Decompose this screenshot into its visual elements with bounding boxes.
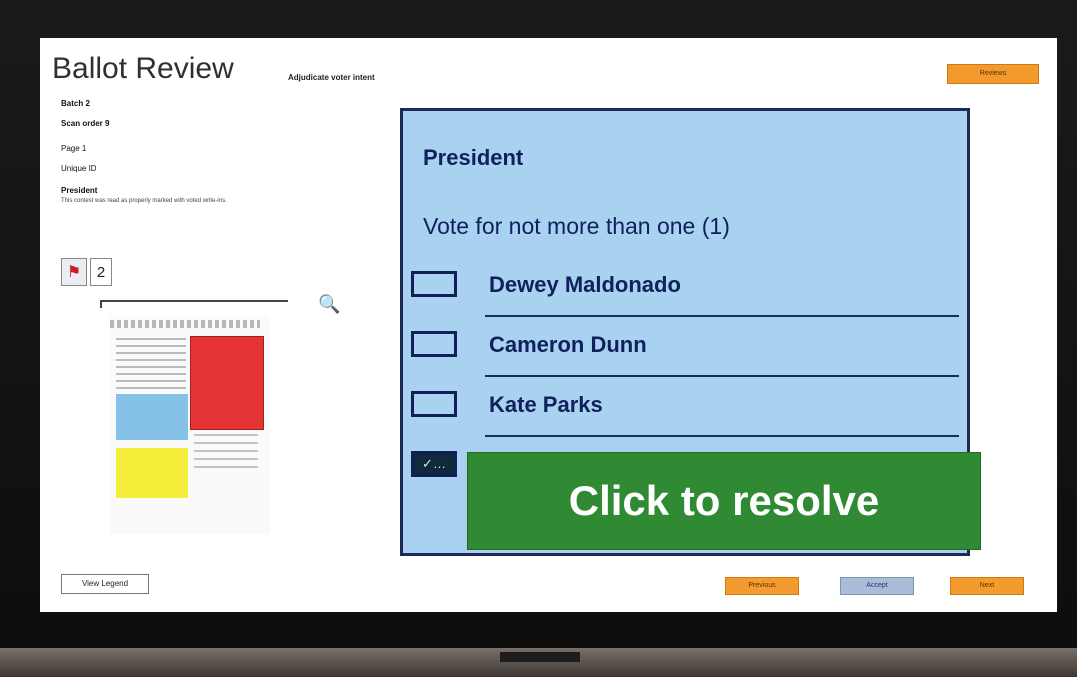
reviews-button[interactable]: Reviews xyxy=(947,64,1039,84)
batch-label: Batch 2 xyxy=(61,99,90,108)
contest-name-label: President xyxy=(61,186,98,195)
scan-order-label: Scan order 9 xyxy=(61,119,110,128)
magnify-icon[interactable]: 🔍 xyxy=(318,294,340,315)
contest-instruction: Vote for not more than one (1) xyxy=(423,213,730,239)
previous-button[interactable]: Previous xyxy=(725,577,799,595)
page-subtitle: Adjudicate voter intent xyxy=(288,73,375,82)
counter-value: 2 xyxy=(90,258,112,286)
view-legend-button[interactable]: View Legend xyxy=(61,574,149,594)
candidate-checkbox[interactable] xyxy=(411,331,457,357)
marked-checkbox[interactable]: ✓… xyxy=(411,451,457,477)
thumbnail-highlight-yellow xyxy=(116,448,188,498)
thumbnail-highlight-red xyxy=(190,336,264,430)
candidate-name: Kate Parks xyxy=(489,392,603,417)
ballot-thumbnail[interactable] xyxy=(110,316,270,534)
contest-note: This contest was read as properly marked… xyxy=(61,198,227,204)
candidate-checkbox[interactable] xyxy=(411,391,457,417)
ballot-review-screen: Ballot Review Adjudicate voter intent Re… xyxy=(40,38,1057,612)
thumbnail-rule xyxy=(100,300,288,302)
candidate-name: Dewey Maldonado xyxy=(489,272,681,297)
contest-title: President xyxy=(423,145,524,170)
next-button[interactable]: Next xyxy=(950,577,1024,595)
unique-id-label: Unique ID xyxy=(61,164,97,173)
monitor-stand-neck xyxy=(500,652,580,662)
thumbnail-counter: ⚑ 2 xyxy=(61,258,112,286)
candidate-checkbox[interactable] xyxy=(411,271,457,297)
candidate-row[interactable]: Kate Parks xyxy=(403,377,967,437)
thumbnail-highlight-blue xyxy=(116,394,188,440)
thumbnail-header xyxy=(110,320,260,328)
page-label: Page 1 xyxy=(61,144,87,153)
accept-button[interactable]: Accept xyxy=(840,577,914,595)
flag-icon[interactable]: ⚑ xyxy=(61,258,87,286)
candidate-name: Cameron Dunn xyxy=(489,332,647,357)
thumbnail-text-lines-right xyxy=(194,434,258,474)
page-title: Ballot Review xyxy=(52,52,234,85)
candidate-row[interactable]: Dewey Maldonado xyxy=(403,257,967,317)
candidate-row[interactable]: Cameron Dunn xyxy=(403,317,967,377)
thumbnail-rule-tick xyxy=(100,300,102,308)
click-to-resolve-button[interactable]: Click to resolve xyxy=(467,452,981,550)
thumbnail-text-lines xyxy=(116,338,186,390)
